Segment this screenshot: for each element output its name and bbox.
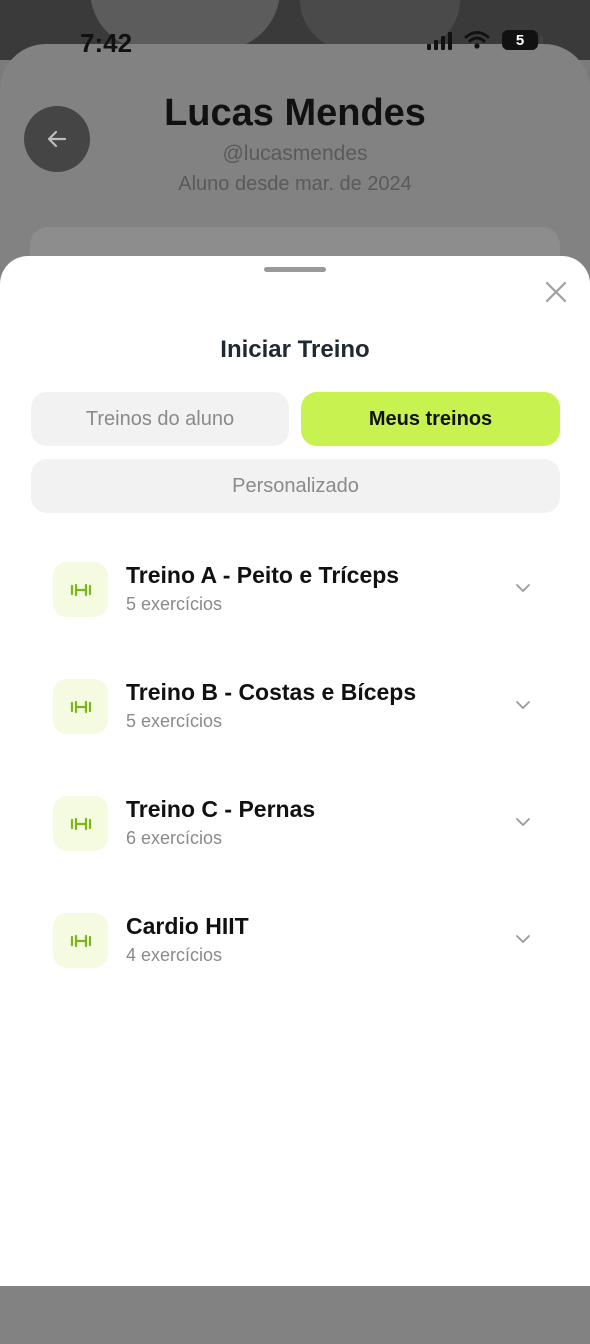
workout-item[interactable]: Treino A - Peito e Tríceps 5 exercícios — [0, 562, 590, 642]
member-since: Aluno desde mar. de 2024 — [178, 173, 412, 195]
start-workout-sheet: Iniciar Treino Treinos do aluno Meus tre… — [0, 256, 590, 1286]
wifi-icon — [464, 31, 490, 49]
tab-treinos-do-aluno[interactable]: Treinos do aluno — [31, 392, 289, 446]
dumbbell-icon — [53, 679, 108, 734]
status-bar: 7:42 5 — [0, 26, 590, 62]
profile-handle: @lucasmendes — [222, 142, 368, 165]
workout-title: Treino C - Pernas — [126, 796, 316, 822]
workout-item[interactable]: Cardio HIIT 4 exercícios — [0, 913, 590, 993]
workout-title: Treino B - Costas e Bíceps — [126, 679, 417, 705]
battery-icon: 5 — [502, 30, 543, 50]
workout-item[interactable]: Treino B - Costas e Bíceps 5 exercícios — [0, 679, 590, 759]
dumbbell-icon — [53, 913, 108, 968]
workout-title: Cardio HIIT — [126, 913, 249, 939]
exercise-count: 5 exercícios — [126, 711, 223, 731]
close-button[interactable] — [540, 276, 572, 308]
signal-icon — [427, 30, 452, 50]
sheet-drag-handle[interactable] — [264, 267, 326, 272]
exercise-count: 6 exercícios — [126, 828, 223, 848]
chevron-down-icon[interactable] — [512, 580, 534, 596]
chevron-down-icon[interactable] — [512, 814, 534, 830]
tab-meus-treinos[interactable]: Meus treinos — [301, 392, 560, 446]
chevron-down-icon[interactable] — [512, 931, 534, 947]
dumbbell-icon — [53, 562, 108, 617]
workout-title: Treino A - Peito e Tríceps — [126, 562, 400, 588]
status-time: 7:42 — [80, 28, 133, 58]
chevron-down-icon[interactable] — [512, 697, 534, 713]
exercise-count: 4 exercícios — [126, 945, 223, 965]
profile-name: Lucas Mendes — [164, 92, 426, 134]
exercise-count: 5 exercícios — [126, 594, 223, 614]
tab-personalizado[interactable]: Personalizado — [31, 459, 560, 513]
sheet-title: Iniciar Treino — [220, 336, 370, 363]
workout-item[interactable]: Treino C - Pernas 6 exercícios — [0, 796, 590, 876]
dumbbell-icon — [53, 796, 108, 851]
close-icon — [545, 281, 567, 303]
